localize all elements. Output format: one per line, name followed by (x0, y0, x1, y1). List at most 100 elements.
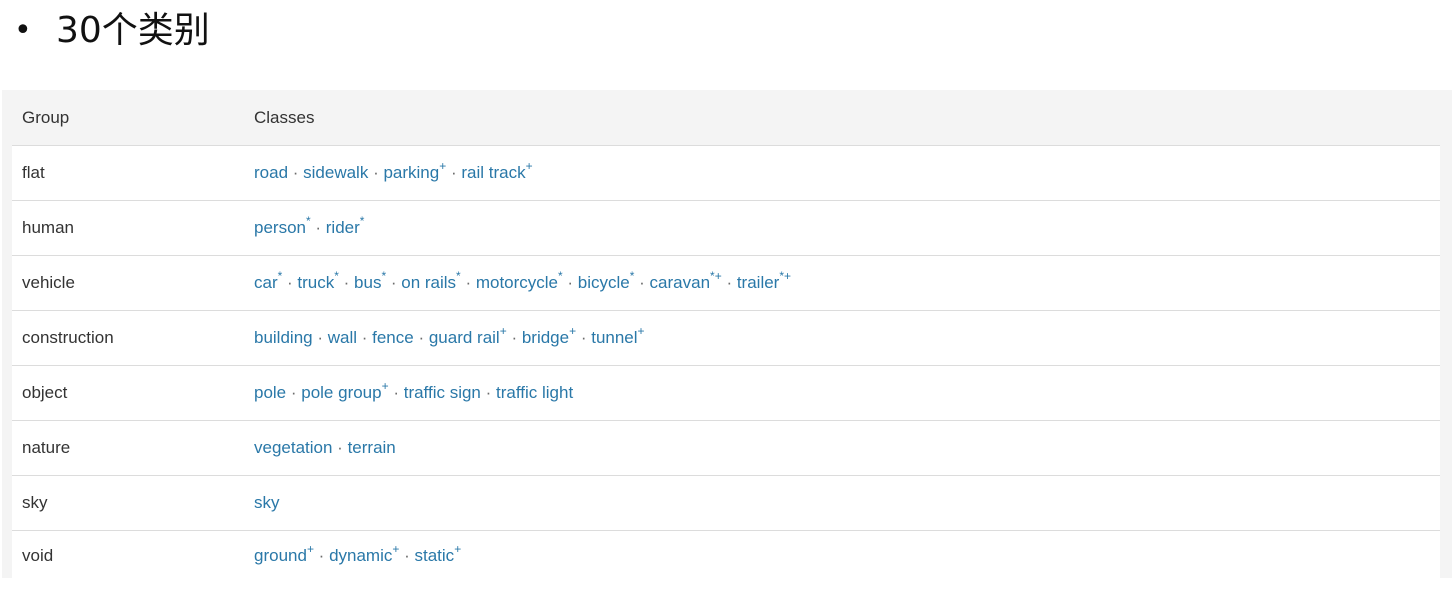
class-separator: · (332, 438, 348, 457)
classes-cell: car* · truck* · bus* · on rails* · motor… (254, 270, 791, 293)
class-link[interactable]: pole group (301, 383, 381, 402)
table-row: sky sky (12, 476, 1440, 531)
class-link[interactable]: tunnel (591, 328, 637, 347)
class-link[interactable]: person (254, 218, 306, 237)
class-separator: · (480, 383, 496, 402)
class-marker: + (525, 159, 533, 174)
group-cell: void (22, 546, 54, 565)
class-separator: · (506, 328, 522, 347)
classes-cell: sky (254, 493, 280, 513)
class-separator: · (357, 328, 373, 347)
table-row: flat road · sidewalk · parking+ · rail tr… (12, 146, 1440, 201)
class-separator: · (721, 273, 737, 292)
class-marker: + (569, 324, 577, 339)
class-link[interactable]: building (254, 328, 313, 347)
class-separator: · (310, 218, 326, 237)
class-separator: · (368, 163, 384, 182)
class-marker: + (392, 542, 400, 557)
class-marker: + (637, 324, 645, 339)
class-marker: + (306, 542, 314, 557)
class-link[interactable]: caravan (650, 273, 710, 292)
class-link[interactable]: traffic light (496, 383, 573, 402)
class-link[interactable]: sky (254, 493, 280, 512)
class-separator: · (386, 273, 402, 292)
class-link[interactable]: terrain (348, 438, 396, 457)
class-separator: · (562, 273, 578, 292)
class-link[interactable]: rail track (461, 163, 525, 182)
class-marker: * (629, 269, 635, 284)
group-cell: flat (22, 163, 45, 182)
table-header-row: Group Classes (12, 90, 1440, 146)
class-link[interactable]: vegetation (254, 438, 332, 457)
class-marker: + (454, 542, 462, 557)
bullet-point: • (14, 13, 32, 48)
class-link[interactable]: pole (254, 383, 286, 402)
class-marker: * (381, 269, 387, 284)
classes-cell: road · sidewalk · parking+ · rail track+ (254, 160, 533, 183)
class-separator: · (338, 273, 355, 292)
class-separator: · (313, 546, 330, 565)
table-row: nature vegetation · terrain (12, 421, 1440, 476)
class-link[interactable]: static (415, 546, 455, 565)
class-link[interactable]: bridge (522, 328, 569, 347)
class-separator: · (399, 546, 415, 565)
class-separator: · (413, 328, 429, 347)
class-link[interactable]: rider (326, 218, 360, 237)
class-link[interactable]: bicycle (578, 273, 630, 292)
class-link[interactable]: guard rail (429, 328, 500, 347)
class-separator: · (634, 273, 650, 292)
class-link[interactable]: sidewalk (303, 163, 368, 182)
class-link[interactable]: truck (297, 273, 334, 292)
class-link[interactable]: fence (372, 328, 414, 347)
class-marker: + (381, 379, 389, 394)
class-link[interactable]: motorcycle (476, 273, 558, 292)
class-link[interactable]: dynamic (329, 546, 392, 565)
class-link[interactable]: car (254, 273, 278, 292)
class-link[interactable]: road (254, 163, 288, 182)
classes-cell: pole · pole group+ · traffic sign · traf… (254, 380, 573, 403)
class-link[interactable]: ground (254, 546, 307, 565)
header-group: Group (22, 107, 70, 127)
class-link[interactable]: traffic sign (404, 383, 481, 402)
table-body: flat road · sidewalk · parking+ · rail tr… (12, 146, 1440, 581)
header-classes: Classes (254, 107, 315, 127)
group-cell: object (22, 383, 68, 402)
classes-cell: building · wall · fence · guard rail+ · … (254, 325, 645, 348)
class-marker: + (499, 324, 507, 339)
classes-table: Group Classes flat road · sidewalk · park… (2, 90, 1452, 581)
class-separator: · (388, 383, 404, 402)
table-row: construction building · wall · fence · gu… (12, 311, 1440, 366)
group-cell: vehicle (22, 273, 75, 292)
group-cell: construction (22, 328, 114, 347)
class-link[interactable]: trailer (737, 273, 780, 292)
group-cell: sky (22, 493, 48, 512)
class-separator: · (446, 163, 462, 182)
class-separator: · (576, 328, 592, 347)
class-link[interactable]: wall (328, 328, 357, 347)
class-separator: · (460, 273, 476, 292)
class-link[interactable]: bus (354, 273, 381, 292)
heading-title: 30个类别 (56, 10, 210, 51)
class-separator: · (288, 163, 304, 182)
class-separator: · (286, 383, 302, 402)
group-cell: nature (22, 438, 71, 457)
group-cell: human (22, 218, 74, 237)
class-marker: *+ (779, 269, 792, 284)
classes-cell: person* · rider* (254, 215, 364, 238)
table-row: object pole · pole group+ · traffic sign … (12, 366, 1440, 421)
class-marker: * (456, 269, 461, 284)
classes-cell: ground+ · dynamic+ · static+ (254, 543, 461, 566)
class-marker: * (305, 214, 311, 229)
class-link[interactable]: on rails (401, 273, 456, 292)
class-marker: *+ (710, 269, 722, 284)
class-marker: * (277, 269, 283, 284)
class-marker: * (359, 214, 365, 229)
class-marker: * (558, 269, 563, 284)
class-marker: * (334, 269, 339, 284)
slide-heading: • 30个类别 (14, 6, 210, 56)
classes-cell: vegetation · terrain (254, 438, 396, 458)
class-separator: · (312, 328, 328, 347)
class-marker: + (439, 159, 447, 174)
class-link[interactable]: parking (383, 163, 439, 182)
table-row: human person* · rider* (12, 201, 1440, 256)
